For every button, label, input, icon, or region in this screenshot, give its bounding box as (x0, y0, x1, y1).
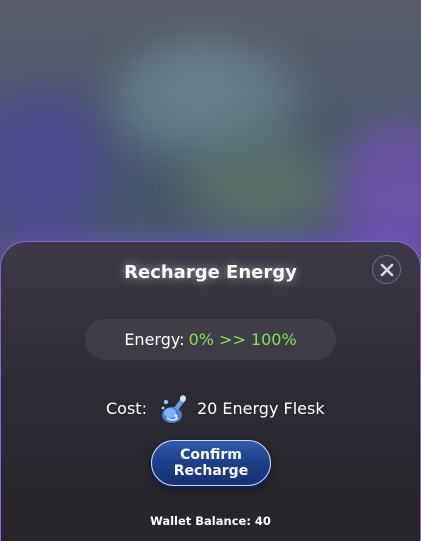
recharge-dialog: Recharge Energy Energy: 0% >> 100% Cost: (0, 241, 421, 541)
confirm-button-line1: Confirm (180, 447, 242, 463)
dialog-title: Recharge Energy (124, 262, 297, 283)
cost-amount: 20 Energy Flesk (196, 398, 325, 418)
background-blob (0, 90, 100, 250)
close-button[interactable] (372, 255, 401, 284)
confirm-button-line2: Recharge (173, 463, 249, 479)
energy-value: 0% >> 100% (188, 330, 297, 349)
energy-flask-icon (161, 395, 186, 423)
cost-label: Cost: (106, 398, 147, 418)
wallet-balance: Wallet Balance: 40 (150, 514, 271, 528)
confirm-recharge-button[interactable]: Confirm Recharge (151, 440, 271, 486)
background-blob (190, 140, 340, 230)
energy-status-pill: Energy: 0% >> 100% (85, 319, 336, 360)
cost-row: Cost: 20 Energy Flesk (106, 392, 325, 424)
blurred-background (0, 0, 421, 270)
energy-label: Energy: (124, 330, 185, 349)
close-icon (380, 263, 393, 276)
screen: Recharge Energy Energy: 0% >> 100% Cost: (0, 0, 421, 541)
